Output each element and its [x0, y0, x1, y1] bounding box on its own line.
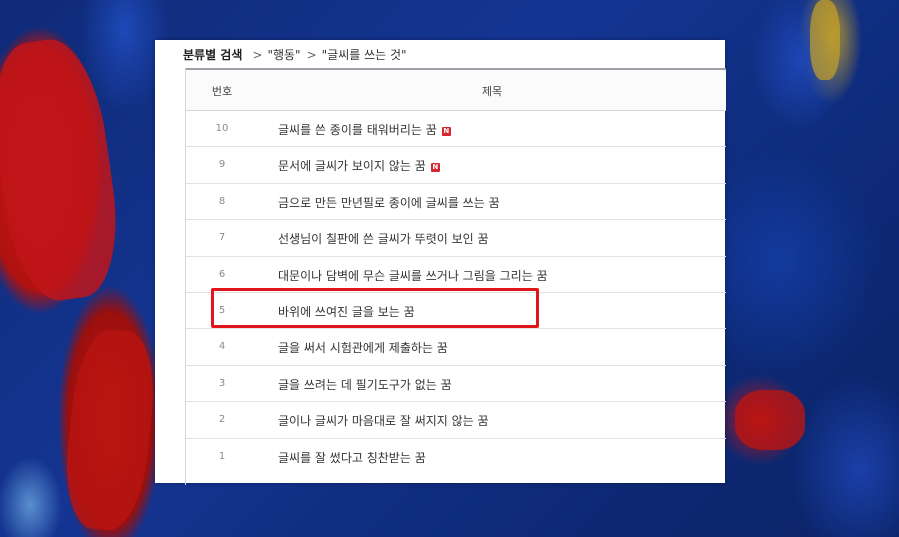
table-row[interactable]: 9 문서에 글씨가 보이지 않는 꿈 N [186, 147, 726, 184]
row-title-link[interactable]: 문서에 글씨가 보이지 않는 꿈 N [278, 157, 440, 174]
table-row[interactable]: 8 금으로 만든 만년필로 종이에 글씨를 쓰는 꿈 [186, 184, 726, 221]
row-number: 4 [218, 341, 226, 353]
row-title-text: 금으로 만든 만년필로 종이에 글씨를 쓰는 꿈 [278, 195, 500, 210]
background-paint-red-right [735, 390, 805, 450]
row-title-text: 글을 쓰려는 데 필기도구가 없는 꿈 [278, 377, 452, 392]
breadcrumb-item-writing[interactable]: "글씨를 쓰는 것" [322, 48, 407, 62]
row-title-link[interactable]: 선생님이 칠판에 쓴 글씨가 뚜렷이 보인 꿈 [278, 230, 489, 247]
row-title-text: 글씨를 쓴 종이를 태워버리는 꿈 [278, 123, 437, 137]
table-body: 10 글씨를 쓴 종이를 태워버리는 꿈 N 9 문서에 글씨가 보이지 않는 꿈 N 8 금… [186, 111, 726, 475]
row-title-text: 선생님이 칠판에 쓴 글씨가 뚜렷이 보인 꿈 [278, 232, 489, 247]
row-number: 6 [218, 268, 226, 280]
row-number: 3 [218, 377, 226, 389]
row-title-link[interactable]: 금으로 만든 만년필로 종이에 글씨를 쓰는 꿈 [278, 194, 500, 211]
table-row[interactable]: 2 글이나 글씨가 마음대로 잘 써지지 않는 꿈 [186, 402, 726, 439]
row-title-link[interactable]: 글을 써서 시험관에게 제출하는 꿈 [278, 339, 448, 356]
column-header-number: 번호 [211, 85, 233, 98]
breadcrumb-category-label: 분류별 검색 [183, 48, 243, 62]
table-row[interactable]: 4 글을 써서 시험관에게 제출하는 꿈 [186, 329, 726, 366]
new-badge-icon: N [441, 127, 451, 136]
row-number: 5 [218, 304, 226, 316]
table-row[interactable]: 1 글씨를 잘 썼다고 칭찬받는 꿈 [186, 439, 726, 475]
table-row[interactable]: 6 대문이나 담벽에 무슨 글씨를 쓰거나 그림을 그리는 꿈 [186, 257, 726, 293]
row-number: 8 [218, 195, 226, 207]
row-title-text: 바위에 쓰여진 글을 보는 꿈 [278, 304, 415, 319]
row-title-link[interactable]: 글씨를 쓴 종이를 태워버리는 꿈 N [278, 121, 451, 138]
breadcrumb-separator: > [306, 48, 317, 62]
breadcrumb-item-behavior[interactable]: "행동" [267, 48, 300, 62]
row-number: 7 [218, 232, 226, 244]
row-title-text: 글이나 글씨가 마음대로 잘 써지지 않는 꿈 [278, 414, 489, 429]
row-title-link[interactable]: 바위에 쓰여진 글을 보는 꿈 [278, 303, 415, 320]
search-results-panel: 분류별 검색 > "행동" > "글씨를 쓰는 것" 번호 제목 10 글씨를 쓴 종이를… [155, 40, 726, 485]
table-row[interactable]: 5 바위에 쓰여진 글을 보는 꿈 [186, 293, 726, 330]
row-title-link[interactable]: 대문이나 담벽에 무슨 글씨를 쓰거나 그림을 그리는 꿈 [278, 267, 548, 284]
dream-list-table: 번호 제목 10 글씨를 쓴 종이를 태워버리는 꿈 N 9 문서에 글씨가 보이지 않… [185, 68, 726, 485]
background-paint-red-left [0, 33, 128, 307]
column-header-title: 제목 [481, 85, 503, 98]
row-number: 9 [218, 159, 226, 171]
row-title-text: 문서에 글씨가 보이지 않는 꿈 [278, 159, 426, 174]
row-number: 2 [218, 414, 226, 426]
row-number: 1 [218, 450, 226, 462]
row-title-link[interactable]: 글이나 글씨가 마음대로 잘 써지지 않는 꿈 [278, 412, 489, 429]
table-row[interactable]: 7 선생님이 칠판에 쓴 글씨가 뚜렷이 보인 꿈 [186, 220, 726, 257]
row-title-text: 글을 써서 시험관에게 제출하는 꿈 [278, 341, 448, 356]
row-title-text: 대문이나 담벽에 무슨 글씨를 쓰거나 그림을 그리는 꿈 [278, 268, 548, 283]
row-title-text: 글씨를 잘 썼다고 칭찬받는 꿈 [278, 450, 426, 465]
new-badge-icon: N [430, 163, 440, 173]
table-row[interactable]: 3 글을 쓰려는 데 필기도구가 없는 꿈 [186, 366, 726, 403]
background-paint-red-lower [59, 326, 161, 534]
row-number: 10 [215, 123, 229, 134]
background-paint-yellow [810, 0, 840, 80]
row-title-link[interactable]: 글을 쓰려는 데 필기도구가 없는 꿈 [278, 376, 452, 393]
breadcrumb: 분류별 검색 > "행동" > "글씨를 쓰는 것" [183, 46, 407, 66]
breadcrumb-separator: > [252, 48, 263, 62]
row-title-link[interactable]: 글씨를 잘 썼다고 칭찬받는 꿈 [278, 449, 426, 466]
table-header: 번호 제목 [186, 70, 726, 111]
table-row[interactable]: 10 글씨를 쓴 종이를 태워버리는 꿈 N [186, 111, 726, 148]
